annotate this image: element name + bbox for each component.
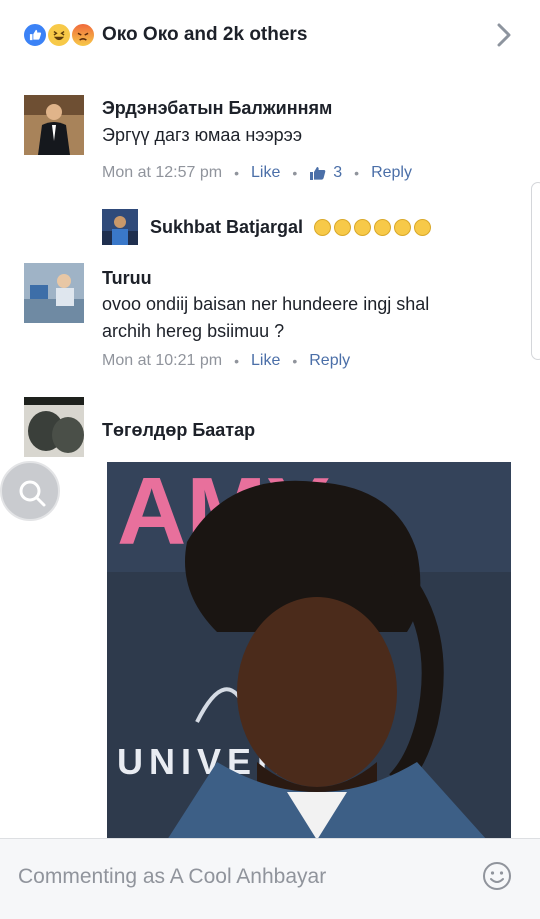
comment-meta: Mon at 12:57 pm • Like • 3 • Reply (102, 164, 412, 182)
laughing-emoji-icon (314, 219, 332, 236)
separator-dot: • (292, 165, 298, 181)
avatar[interactable] (24, 397, 84, 457)
thumbs-up-icon (310, 167, 326, 180)
comment-meta: Mon at 10:21 pm • Like • Reply (102, 352, 350, 370)
comment-time: Mon at 10:21 pm (102, 352, 223, 369)
search-icon (19, 480, 46, 507)
comment-composer[interactable]: Commenting as A Cool Anhbayar (0, 838, 540, 919)
like-button[interactable]: Like (251, 352, 280, 370)
separator-dot: • (234, 165, 239, 181)
search-button[interactable] (0, 461, 60, 521)
laughing-emoji-icon (394, 219, 412, 236)
comment-input[interactable]: Commenting as A Cool Anhbayar (18, 865, 326, 889)
comment-author[interactable]: Turuu (102, 268, 152, 289)
laughing-emoji-icon (354, 219, 372, 236)
reaction-icons (22, 22, 96, 48)
reactions-summary-bar[interactable]: Око Око and 2k others (0, 0, 540, 70)
laughing-emoji-icon (334, 219, 352, 236)
comment-text-line-2: archih hereg bsiimuu ? (102, 321, 285, 341)
reactions-summary-text: Око Око and 2k others (102, 24, 308, 45)
comment-author[interactable]: Төгөлдөр Баатар (102, 420, 255, 441)
haha-reaction-icon (46, 22, 72, 48)
reply-button[interactable]: Reply (309, 352, 350, 370)
like-button[interactable]: Like (251, 164, 280, 182)
separator-dot: • (234, 353, 239, 369)
avatar[interactable] (24, 263, 84, 323)
comment-image[interactable]: AMY UNIVER (107, 462, 511, 840)
smiley-icon[interactable] (482, 861, 512, 891)
separator-dot: • (354, 165, 360, 181)
reply-author-line: Sukhbat Batjargal (150, 217, 432, 238)
comment-author[interactable]: Эрдэнэбатын Балжинням (102, 98, 332, 119)
comment-time: Mon at 12:57 pm (102, 164, 223, 181)
laughing-emoji-icon (374, 219, 392, 236)
reply-button[interactable]: Reply (371, 164, 412, 182)
separator-dot: • (292, 353, 298, 369)
comment-text-line-1: ovoo ondiij baisan ner hundeere ingj sha… (102, 294, 430, 314)
like-reaction-icon (22, 22, 48, 48)
avatar[interactable] (24, 95, 84, 155)
like-count: 3 (333, 164, 343, 181)
comment-author[interactable]: Sukhbat Batjargal (150, 217, 303, 237)
chevron-right-icon[interactable] (494, 22, 514, 48)
scroll-handle[interactable] (531, 182, 540, 360)
avatar[interactable] (102, 209, 138, 245)
angry-reaction-icon (70, 22, 96, 48)
laughing-emoji-icon (414, 219, 432, 236)
laughing-emoji-row (314, 219, 432, 236)
comment-text: Эргүү дагз юмаа нээрээ (102, 125, 303, 145)
